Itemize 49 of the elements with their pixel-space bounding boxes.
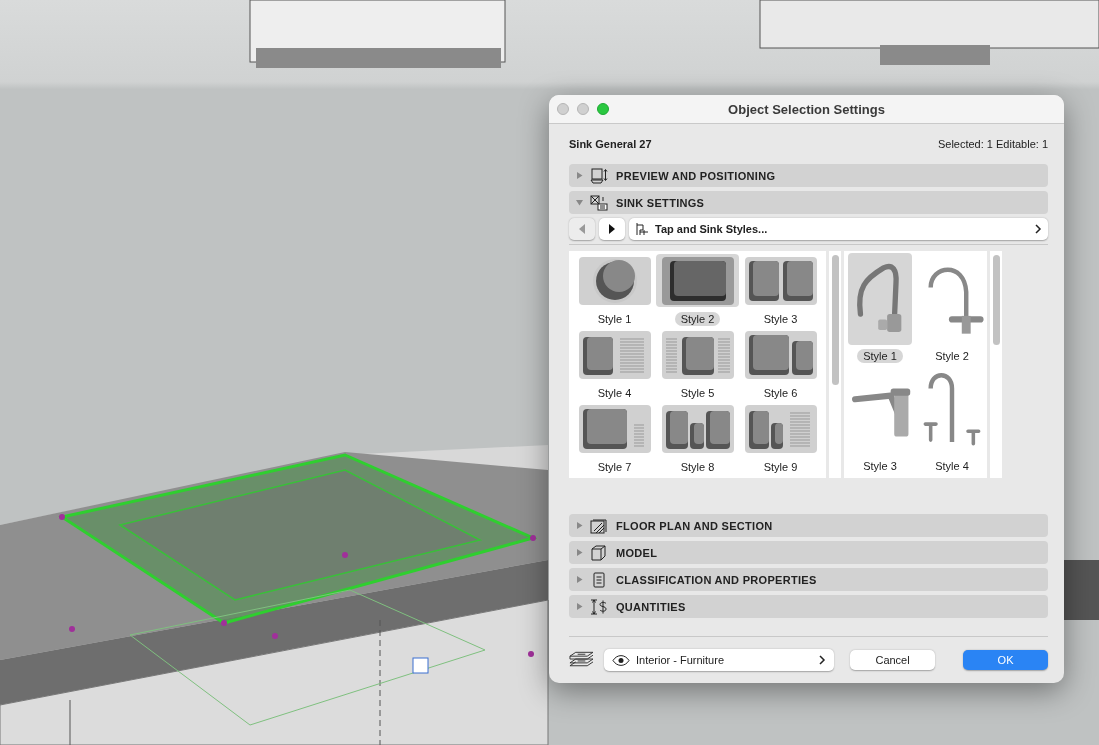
sink-style-option[interactable]: Style 1 <box>573 253 656 327</box>
cube-icon <box>590 544 608 561</box>
scrollbar-thumb[interactable] <box>831 255 839 385</box>
page-selector[interactable]: Tap and Sink Styles... <box>629 218 1048 240</box>
sink-style-option[interactable]: Style 5 <box>656 327 739 401</box>
window-title: Object Selection Settings <box>728 101 885 117</box>
right-arrow-icon <box>608 224 616 234</box>
close-button[interactable] <box>557 103 569 115</box>
disclosure-triangle-icon[interactable] <box>575 198 584 207</box>
tap-style-option[interactable]: Style 2 <box>916 253 988 363</box>
sink-style-option[interactable]: Style 6 <box>739 327 822 401</box>
minimize-button[interactable] <box>577 103 589 115</box>
sink-style-option[interactable]: Style 7 <box>573 401 656 475</box>
section-header[interactable]: QUANTITIES <box>569 595 1048 618</box>
cancel-button[interactable]: Cancel <box>850 650 936 670</box>
selection-info: Selected: 1 Editable: 1 <box>937 138 1048 150</box>
chevron-icon <box>818 655 827 665</box>
section-header[interactable]: CLASSIFICATION AND PROPERTIES <box>569 568 1048 591</box>
layers-icon <box>569 651 594 669</box>
sink-style-option[interactable]: Style 8 <box>656 401 739 475</box>
floor-plan-icon <box>590 517 608 534</box>
scrollbar-thumb[interactable] <box>992 255 1000 345</box>
eye-icon <box>611 654 630 666</box>
document-icon <box>590 571 608 588</box>
disclosure-triangle-icon[interactable] <box>575 171 584 180</box>
zoom-button[interactable] <box>597 103 609 115</box>
sink-style-option[interactable]: Style 4 <box>573 327 656 401</box>
disclosure-triangle-icon[interactable] <box>575 548 584 557</box>
ok-button[interactable]: OK <box>963 650 1048 670</box>
disclosure-triangle-icon[interactable] <box>575 521 584 530</box>
section-header[interactable]: FLOOR PLAN AND SECTION <box>569 514 1048 537</box>
chair-icon <box>635 222 649 236</box>
chevron-icon <box>1034 224 1042 234</box>
tap-style-option[interactable]: Style 4 <box>916 363 988 473</box>
quantities-icon <box>590 598 608 615</box>
sink-style-option[interactable]: Style 9 <box>739 401 822 475</box>
tap-style-option[interactable]: Style 3 <box>844 363 916 473</box>
settings-grid-icon <box>590 194 608 211</box>
preview-icon <box>590 167 608 184</box>
section-header[interactable]: PREVIEW AND POSITIONING <box>569 164 1048 187</box>
next-page-button[interactable] <box>599 218 625 240</box>
layer-selector[interactable]: Interior - Furniture <box>603 649 835 671</box>
disclosure-triangle-icon[interactable] <box>575 602 584 611</box>
object-name: Sink General 27 <box>569 138 652 150</box>
left-arrow-icon <box>578 224 586 234</box>
sink-style-option[interactable]: Style 3 <box>739 253 822 327</box>
section-header[interactable]: SINK SETTINGS <box>569 191 1048 214</box>
section-header[interactable]: MODEL <box>569 541 1048 564</box>
disclosure-triangle-icon[interactable] <box>575 575 584 584</box>
